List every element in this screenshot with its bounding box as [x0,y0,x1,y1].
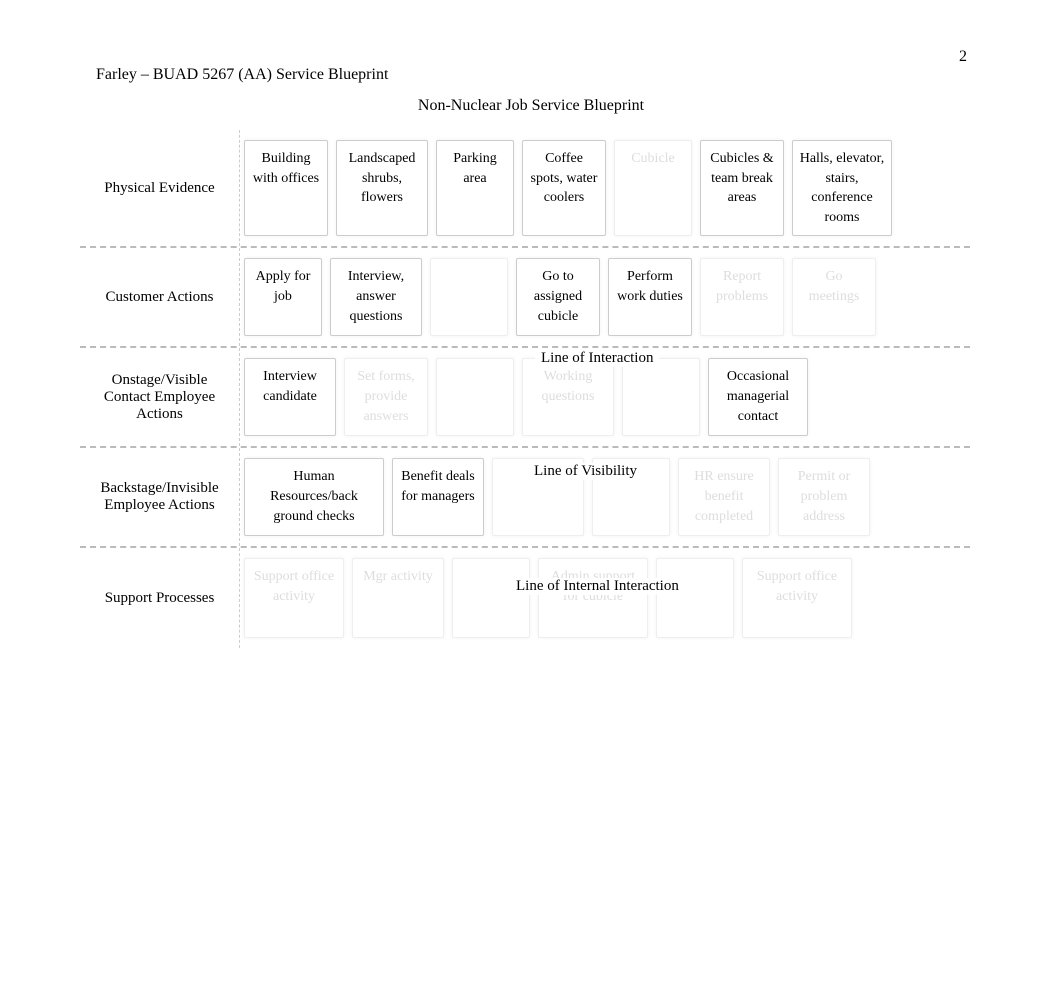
blueprint-cell: Benefit deals for managers [392,458,484,536]
row-label: Physical Evidence [80,130,240,246]
blueprint-cell [452,558,530,638]
blueprint-cell: Admin support for cubicle [538,558,648,638]
blueprint-row: Onstage/Visible Contact Employee Actions… [80,348,970,448]
blueprint-cell: Support office activity [742,558,852,638]
page-title: Non-Nuclear Job Service Blueprint [0,97,1062,115]
blueprint-row: Backstage/Invisible Employee ActionsHuma… [80,448,970,548]
blueprint-cell: Interview candidate [244,358,336,436]
row-label: Customer Actions [80,248,240,346]
blueprint-cell: Landscaped shrubs, flowers [336,140,428,236]
blueprint-cell: Halls, elevator, stairs, conference room… [792,140,892,236]
blueprint-row: Support ProcessesSupport office activity… [80,548,970,648]
blueprint-cell: Human Resources/back ground checks [244,458,384,536]
row-cells: Apply for jobInterview, answer questions… [240,248,970,346]
blueprint-cell: Support office activity [244,558,344,638]
row-label: Support Processes [80,548,240,648]
blueprint-cell: HR ensure benefit completed [678,458,770,536]
page-number: 2 [959,48,967,66]
blueprint-cell: Occasional managerial contact [708,358,808,436]
blueprint-cell: Parking area [436,140,514,236]
blueprint-cell: Perform work duties [608,258,692,336]
blueprint-cell: Report problems [700,258,784,336]
blueprint-cell: Coffee spots, water coolers [522,140,606,236]
line-of-interaction-label: Line of Interaction [535,350,659,367]
line-of-visibility-label: Line of Visibility [528,463,643,480]
blueprint-cell [430,258,508,336]
blueprint-row: Physical EvidenceBuilding with officesLa… [80,130,970,248]
blueprint-cell: Building with offices [244,140,328,236]
blueprint-cell [622,358,700,436]
row-label: Onstage/Visible Contact Employee Actions [80,348,240,446]
blueprint-cell: Go to assigned cubicle [516,258,600,336]
page-header: Farley – BUAD 5267 (AA) Service Blueprin… [96,66,388,84]
blueprint-cell [436,358,514,436]
row-cells: Support office activityMgr activityAdmin… [240,548,970,648]
blueprint-cell: Go meetings [792,258,876,336]
service-blueprint: Physical EvidenceBuilding with officesLa… [80,130,970,648]
line-of-internal-label: Line of Internal Interaction [510,578,685,595]
blueprint-cell: Set forms, provide answers [344,358,428,436]
blueprint-cell: Mgr activity [352,558,444,638]
blueprint-cell: Cubicle [614,140,692,236]
blueprint-cell: Permit or problem address [778,458,870,536]
blueprint-row: Customer ActionsApply for jobInterview, … [80,248,970,348]
blueprint-cell: Working questions [522,358,614,436]
blueprint-cell [656,558,734,638]
row-label: Backstage/Invisible Employee Actions [80,448,240,546]
blueprint-cell: Interview, answer questions [330,258,422,336]
blueprint-cell: Cubicles & team break areas [700,140,784,236]
row-cells: Building with officesLandscaped shrubs, … [240,130,970,246]
blueprint-cell: Apply for job [244,258,322,336]
